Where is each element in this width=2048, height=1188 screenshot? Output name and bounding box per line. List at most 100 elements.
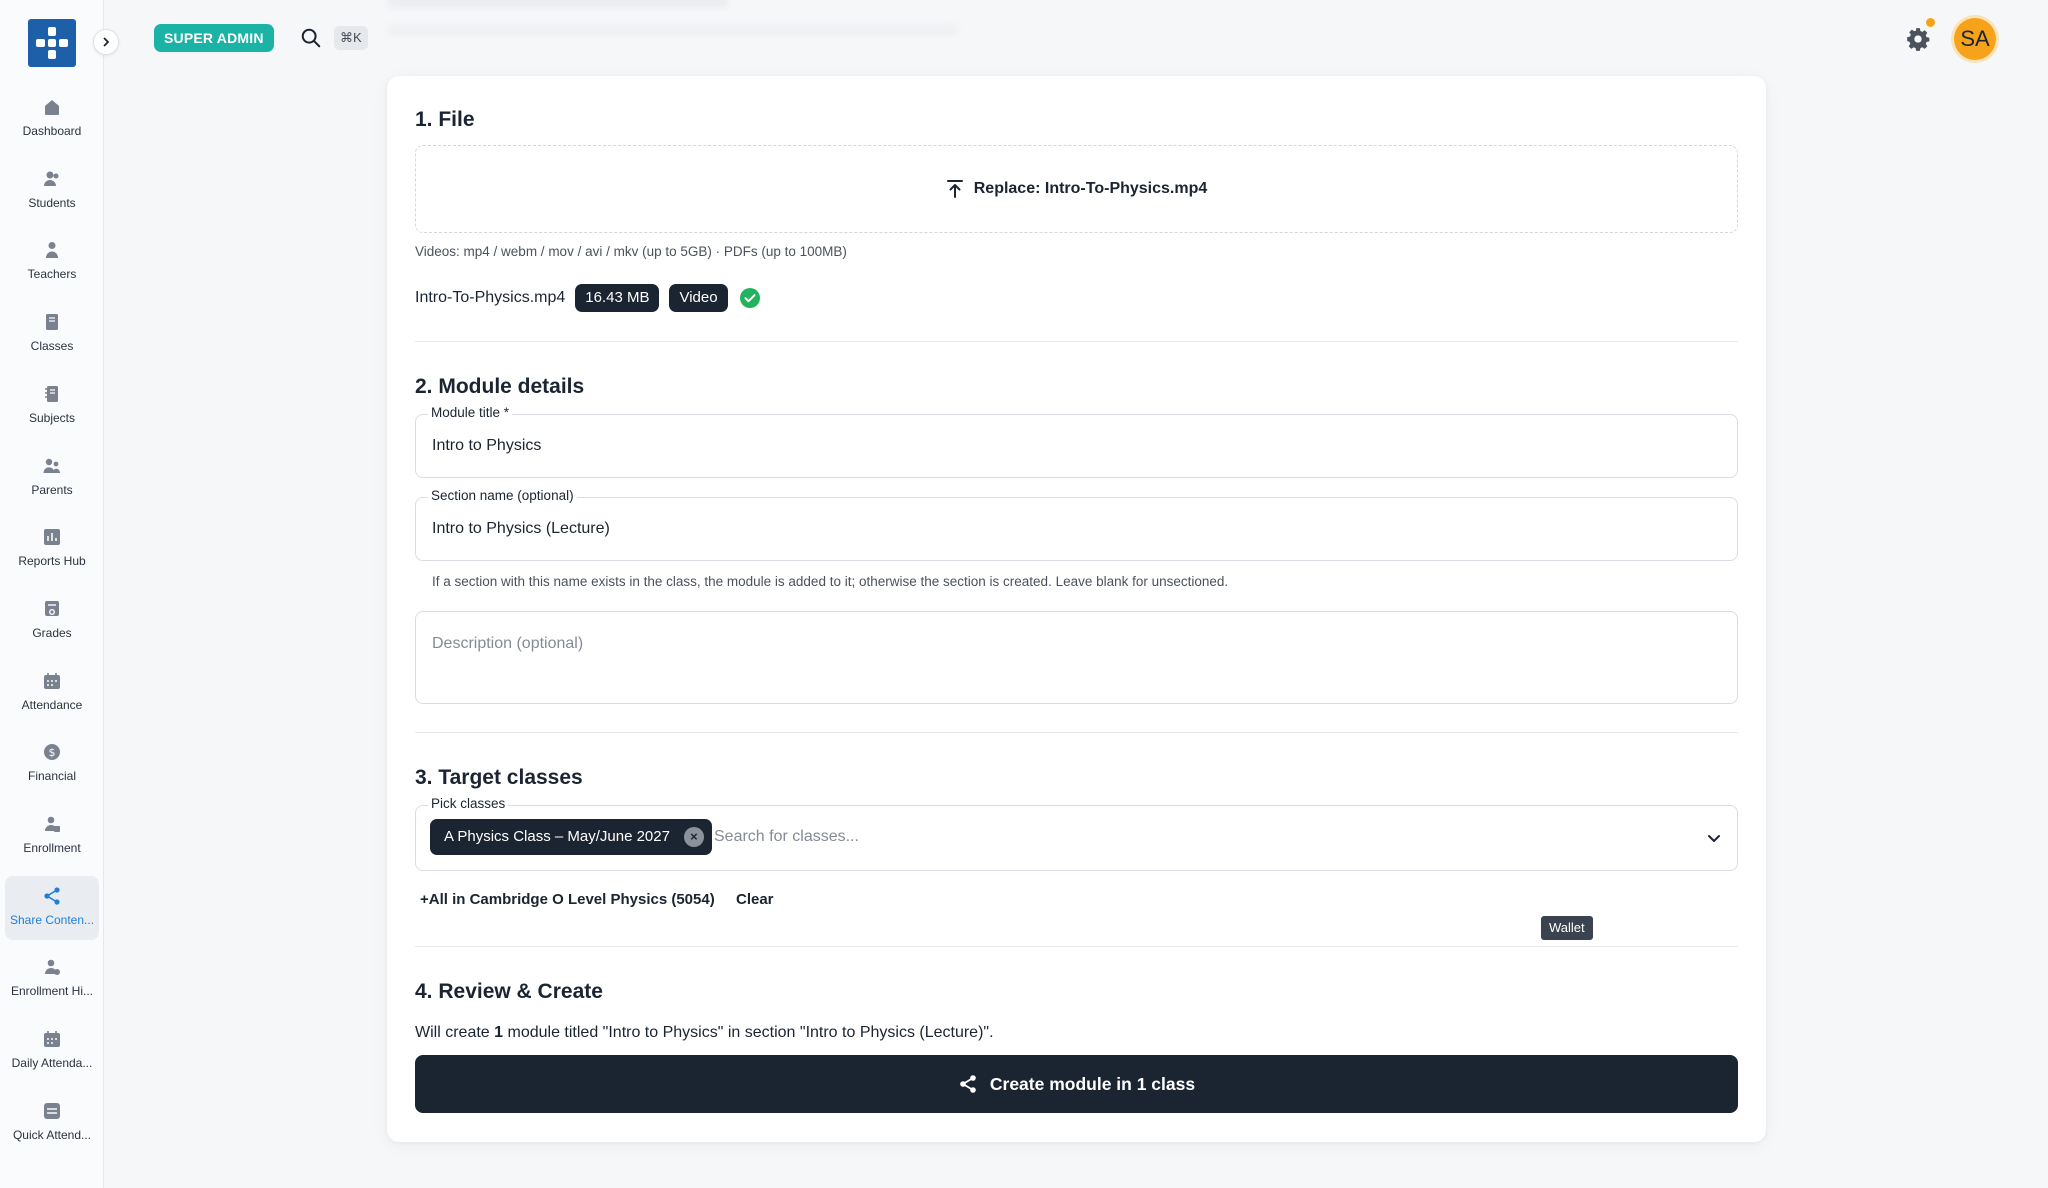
search-shortcut[interactable]: ⌘K bbox=[334, 26, 368, 50]
chevron-down-icon[interactable] bbox=[1705, 829, 1723, 847]
sidebar-item-label: Share Conten... bbox=[9, 912, 95, 927]
sidebar-item-label: Grades bbox=[32, 625, 72, 640]
module-title-field[interactable]: Module title * Intro to Physics bbox=[415, 405, 1738, 478]
targets-section-title: 3. Target classes bbox=[415, 766, 583, 789]
create-module-button[interactable]: Create module in 1 class bbox=[415, 1055, 1738, 1113]
sidebar-item-label: Subjects bbox=[28, 410, 76, 425]
sidebar-item-grades[interactable]: Grades bbox=[5, 589, 99, 653]
review-section-title: 4. Review & Create bbox=[415, 980, 603, 1003]
share-icon bbox=[960, 1075, 976, 1093]
remove-chip-icon[interactable]: × bbox=[683, 827, 704, 847]
classes-icon bbox=[46, 314, 58, 331]
class-picker[interactable]: Pick classes A Physics Class – May/June … bbox=[415, 796, 1738, 871]
sidebar-item-share-conten[interactable]: Share Conten... bbox=[5, 875, 99, 940]
sidebar-expand-button[interactable] bbox=[93, 29, 119, 55]
sidebar-item-financial[interactable]: $ Financial bbox=[5, 732, 99, 796]
add-all-classes-button[interactable]: +All in Cambridge O Level Physics (5054) bbox=[420, 891, 715, 908]
description-field[interactable]: Description (optional) bbox=[415, 611, 1738, 704]
calendar-icon bbox=[44, 672, 60, 689]
section-name-hint: If a section with this name exists in th… bbox=[432, 574, 1229, 589]
sidebar-item-classes[interactable]: Classes bbox=[5, 302, 99, 366]
summary-prefix: Will create bbox=[415, 1024, 490, 1041]
file-size-badge: 16.43 MB bbox=[575, 284, 660, 312]
grades-icon bbox=[45, 600, 59, 616]
sidebar-item-parents[interactable]: Parents bbox=[5, 446, 99, 510]
selected-file-row: Intro-To-Physics.mp4 16.43 MB Video bbox=[415, 284, 760, 312]
sidebar-item-label: Reports Hub bbox=[18, 554, 86, 569]
create-module-card: 1. File Replace: Intro-To-Physics.mp4 Vi… bbox=[387, 76, 1766, 1142]
app-logo[interactable] bbox=[28, 19, 76, 67]
sidebar-item-label: Daily Attenda... bbox=[11, 1056, 93, 1071]
role-badge: SUPER ADMIN bbox=[154, 24, 274, 52]
sidebar-item-students[interactable]: Students bbox=[5, 159, 99, 223]
sidebar-item-teachers[interactable]: Teachers bbox=[5, 230, 99, 294]
selected-class-label: A Physics Class – May/June 2027 bbox=[444, 828, 670, 845]
sidebar-item-label: Students bbox=[28, 195, 76, 210]
share-icon bbox=[44, 887, 60, 905]
section-divider bbox=[415, 946, 1738, 947]
sidebar-item-label: Financial bbox=[27, 769, 77, 784]
page-subtitle-blurred bbox=[388, 24, 958, 36]
page-title-blurred bbox=[388, 0, 728, 8]
sidebar-item-enrollment-hi[interactable]: Enrollment Hi... bbox=[5, 947, 99, 1011]
quick-attendance-icon bbox=[44, 1102, 60, 1119]
search-icon[interactable] bbox=[300, 27, 322, 49]
create-module-label: Create module in 1 class bbox=[989, 1073, 1196, 1094]
sidebar-item-label: Parents bbox=[31, 482, 73, 497]
pick-classes-label: Pick classes bbox=[428, 796, 509, 811]
gear-icon[interactable] bbox=[1905, 26, 1931, 52]
sidebar-item-attendance[interactable]: Attendance bbox=[5, 661, 99, 725]
sidebar-item-label: Dashboard bbox=[22, 124, 82, 138]
sidebar-item-dashboard[interactable]: Dashboard bbox=[5, 87, 99, 151]
module-title-value[interactable]: Intro to Physics bbox=[432, 437, 541, 455]
sidebar-item-label: Enrollment bbox=[23, 841, 81, 855]
dollar-icon: $ bbox=[44, 744, 60, 761]
section-name-value[interactable]: Intro to Physics (Lecture) bbox=[432, 520, 610, 538]
parents-icon bbox=[43, 458, 60, 473]
sidebar-item-daily-attenda[interactable]: Daily Attenda... bbox=[5, 1019, 99, 1083]
file-type-badge: Video bbox=[669, 284, 728, 312]
section-divider bbox=[415, 341, 1738, 342]
review-summary: Will create 1 module titled "Intro to Ph… bbox=[415, 1024, 994, 1042]
file-dropzone[interactable]: Replace: Intro-To-Physics.mp4 bbox=[415, 145, 1738, 233]
sidebar-item-reports-hub[interactable]: Reports Hub bbox=[5, 517, 99, 581]
user-avatar[interactable]: SA bbox=[1954, 18, 1996, 60]
chevron-right-icon bbox=[103, 37, 110, 47]
sidebar-item-quick-attend[interactable]: Quick Attend... bbox=[5, 1091, 99, 1155]
reports-icon bbox=[44, 529, 60, 546]
notification-dot bbox=[1926, 18, 1935, 27]
wallet-tooltip: Wallet bbox=[1541, 916, 1593, 940]
description-placeholder: Description (optional) bbox=[432, 635, 584, 652]
section-name-label: Section name (optional) bbox=[428, 488, 577, 503]
selected-class-chip[interactable]: A Physics Class – May/June 2027 × bbox=[430, 819, 712, 855]
svg-text:$: $ bbox=[49, 746, 56, 759]
sidebar-item-label: Classes bbox=[30, 339, 74, 354]
sidebar-item-enrollment[interactable]: Enrollment bbox=[5, 804, 99, 868]
enrollment-history-icon bbox=[45, 960, 60, 976]
teacher-icon bbox=[46, 242, 58, 259]
file-type-hint: Videos: mp4 / webm / mov / avi / mkv (up… bbox=[415, 244, 847, 259]
sidebar-item-subjects[interactable]: Subjects bbox=[5, 374, 99, 438]
students-icon bbox=[44, 171, 59, 186]
section-divider bbox=[415, 732, 1738, 733]
subjects-icon bbox=[45, 385, 58, 402]
section-name-field[interactable]: Section name (optional) Intro to Physics… bbox=[415, 488, 1738, 561]
sidebar-item-label: Attendance bbox=[21, 697, 83, 712]
module-title-label: Module title * bbox=[428, 405, 513, 420]
upload-icon bbox=[946, 180, 963, 198]
clear-classes-button[interactable]: Clear bbox=[736, 891, 774, 908]
summary-count: 1 bbox=[494, 1024, 504, 1041]
details-section-title: 2. Module details bbox=[415, 375, 585, 398]
summary-suffix: module titled "Intro to Physics" in sect… bbox=[507, 1024, 994, 1041]
sidebar-item-label: Enrollment Hi... bbox=[10, 984, 94, 999]
class-search-input[interactable]: Search for classes... bbox=[714, 828, 859, 846]
check-circle-icon bbox=[739, 288, 760, 308]
file-name: Intro-To-Physics.mp4 bbox=[415, 289, 566, 306]
file-section-title: 1. File bbox=[415, 108, 475, 131]
home-icon bbox=[45, 100, 59, 115]
enrollment-icon bbox=[45, 816, 60, 832]
sidebar-item-label: Teachers bbox=[27, 267, 77, 282]
replace-file-label: Replace: Intro-To-Physics.mp4 bbox=[973, 180, 1208, 197]
calendar-icon bbox=[44, 1031, 60, 1048]
sidebar-item-label: Quick Attend... bbox=[12, 1127, 92, 1142]
